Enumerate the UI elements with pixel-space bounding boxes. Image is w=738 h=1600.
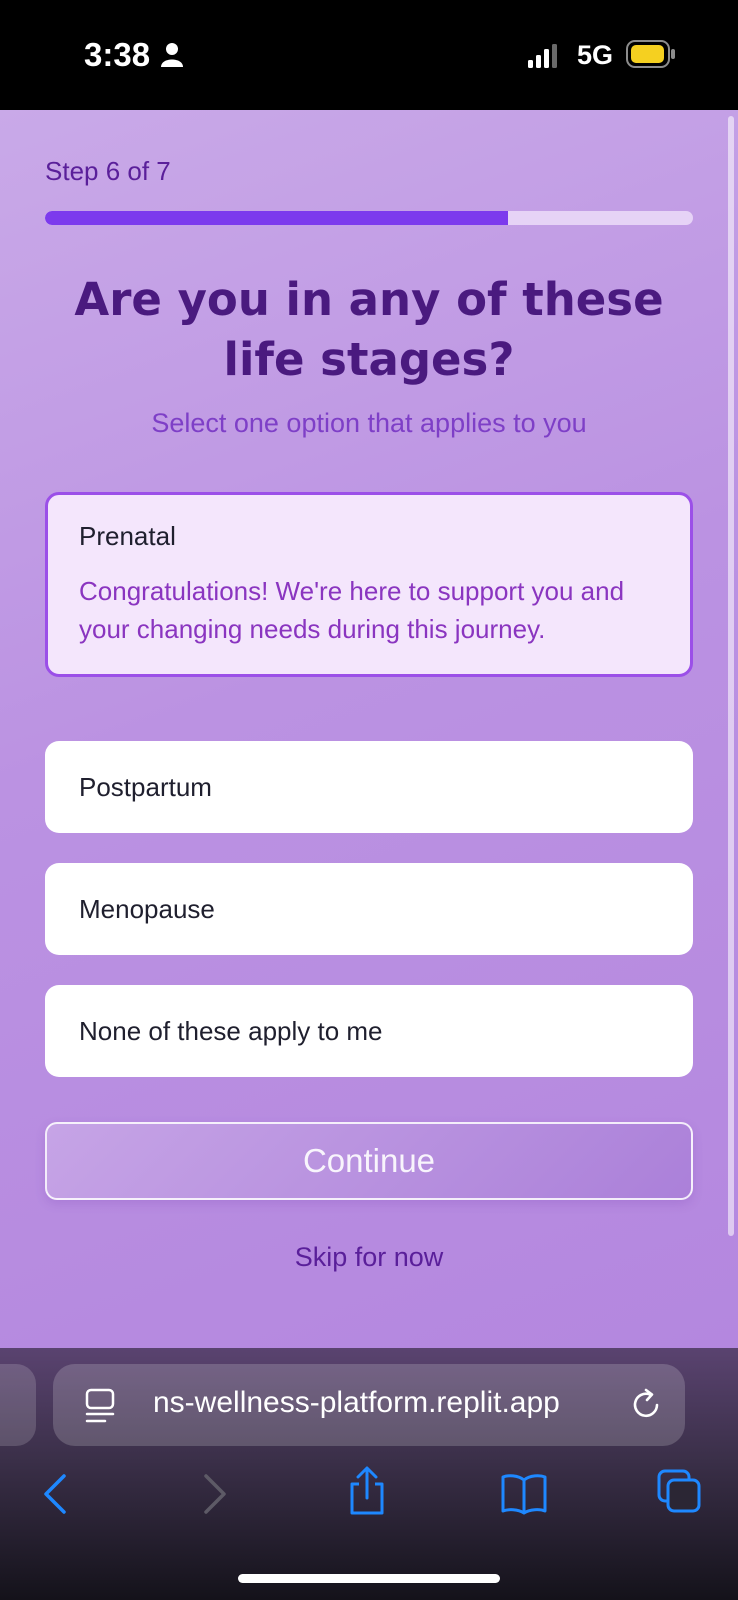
continue-button[interactable]: Continue bbox=[45, 1122, 693, 1200]
skip-link[interactable]: Skip for now bbox=[45, 1242, 693, 1273]
tabs-icon[interactable] bbox=[656, 1468, 702, 1518]
question-title: Are you in any of these life stages? bbox=[74, 273, 664, 386]
url-text[interactable]: ns-wellness-platform.replit.app bbox=[153, 1386, 613, 1420]
option-description: Congratulations! We're here to support y… bbox=[79, 576, 625, 644]
onboarding-content: Step 6 of 7 Are you in any of these life… bbox=[0, 110, 738, 1348]
progress-fill bbox=[45, 211, 508, 225]
step-label: Step 6 of 7 bbox=[45, 156, 171, 186]
scroll-indicator[interactable] bbox=[728, 116, 734, 1236]
person-icon bbox=[160, 42, 184, 72]
option-label: Prenatal bbox=[79, 521, 176, 551]
network-label: 5G bbox=[577, 40, 614, 70]
question-subtitle: Select one option that applies to you bbox=[151, 408, 587, 438]
reload-icon[interactable] bbox=[631, 1388, 663, 1426]
option-label: Postpartum bbox=[79, 771, 212, 802]
status-time: 3:38 bbox=[84, 36, 151, 73]
bookmarks-icon[interactable] bbox=[500, 1472, 548, 1520]
option-label: None of these apply to me bbox=[79, 1015, 383, 1046]
address-bar[interactable]: ns-wellness-platform.replit.app bbox=[53, 1364, 685, 1446]
battery-icon bbox=[626, 40, 676, 72]
home-indicator[interactable] bbox=[238, 1574, 500, 1583]
option-prenatal[interactable]: Prenatal Congratulations! We're here to … bbox=[45, 492, 693, 677]
progress-bar bbox=[45, 211, 693, 225]
back-icon[interactable] bbox=[40, 1472, 70, 1520]
signal-icon bbox=[528, 44, 558, 72]
option-menopause[interactable]: Menopause bbox=[45, 863, 693, 955]
share-icon[interactable] bbox=[347, 1466, 387, 1520]
browser-toolbar: ns-wellness-platform.replit.app bbox=[0, 1348, 738, 1600]
reader-mode-icon[interactable] bbox=[85, 1388, 117, 1428]
forward-icon[interactable] bbox=[200, 1472, 230, 1520]
status-bar: 3:38 5G bbox=[0, 0, 738, 110]
previous-tab-preview[interactable] bbox=[0, 1364, 36, 1446]
option-none[interactable]: None of these apply to me bbox=[45, 985, 693, 1077]
option-postpartum[interactable]: Postpartum bbox=[45, 741, 693, 833]
option-label: Menopause bbox=[79, 893, 215, 924]
